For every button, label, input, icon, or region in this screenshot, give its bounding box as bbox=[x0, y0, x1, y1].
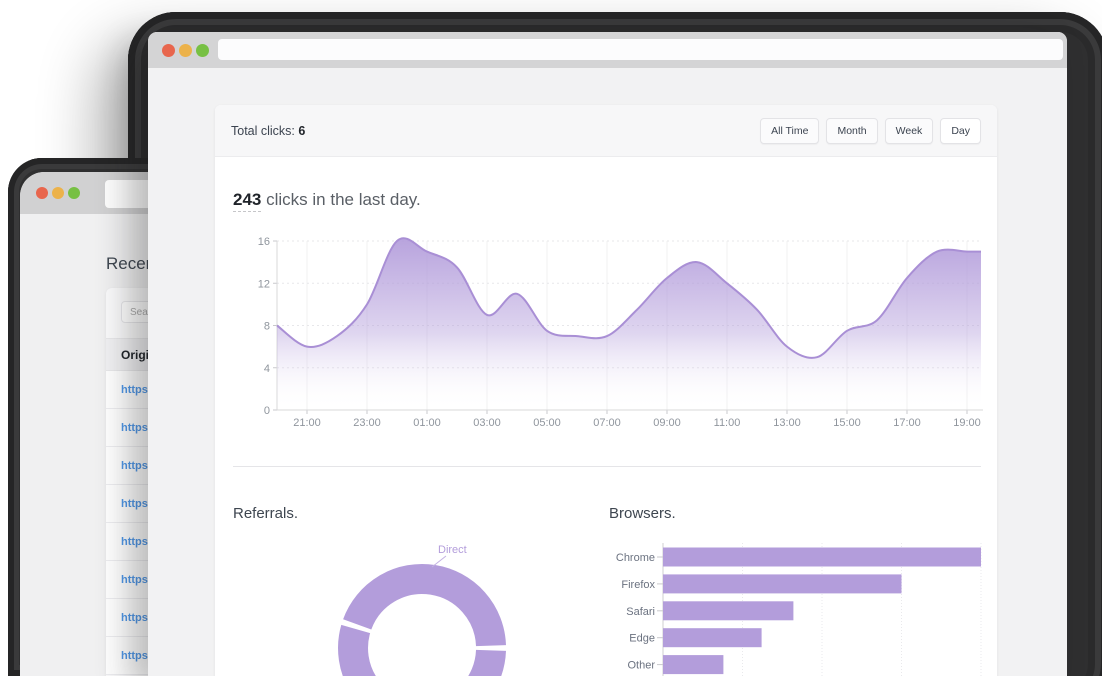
dashboard-page: Total clicks: 6 All Time Month WeekDay 243… bbox=[148, 68, 1067, 676]
svg-text:Edge: Edge bbox=[629, 633, 655, 645]
total-clicks-value: 6 bbox=[298, 124, 305, 138]
analytics-card-header: Total clicks: 6 All Time Month WeekDay bbox=[215, 105, 997, 157]
close-button-icon[interactable] bbox=[36, 187, 48, 199]
range-button-week[interactable]: Week bbox=[885, 118, 934, 144]
svg-text:Other: Other bbox=[627, 660, 655, 672]
time-range-button-group: All Time Month WeekDay bbox=[760, 118, 981, 144]
total-clicks-label: Total clicks: 6 bbox=[231, 124, 305, 138]
svg-text:17:00: 17:00 bbox=[893, 417, 921, 429]
svg-text:Safari: Safari bbox=[626, 606, 655, 618]
maximize-button-icon[interactable] bbox=[68, 187, 80, 199]
svg-text:8: 8 bbox=[264, 321, 270, 333]
clicks-count: 243 bbox=[233, 190, 261, 212]
svg-text:Direct: Direct bbox=[438, 544, 467, 556]
back-browser-frame: Recent Origin https://https://https://ht… bbox=[8, 158, 163, 676]
front-url-input[interactable] bbox=[218, 39, 1063, 60]
close-button-icon[interactable] bbox=[162, 44, 175, 57]
svg-text:16: 16 bbox=[258, 236, 270, 248]
range-button-all-time[interactable]: All Time bbox=[760, 118, 819, 144]
svg-text:23:00: 23:00 bbox=[353, 417, 381, 429]
svg-text:09:00: 09:00 bbox=[653, 417, 681, 429]
browsers-section-title: Browsers. bbox=[609, 505, 676, 522]
referrals-section-title: Referrals. bbox=[233, 505, 298, 522]
svg-text:05:00: 05:00 bbox=[533, 417, 561, 429]
svg-text:19:00: 19:00 bbox=[953, 417, 981, 429]
desktop-stage: Recent Origin https://https://https://ht… bbox=[0, 0, 1102, 676]
front-browser-content: Total clicks: 6 All Time Month WeekDay 243… bbox=[148, 32, 1067, 676]
minimize-button-icon[interactable] bbox=[179, 44, 192, 57]
svg-text:0: 0 bbox=[264, 405, 270, 417]
browsers-bar-chart: Chrome Firefox Safari Edge Other bbox=[607, 535, 997, 676]
svg-text:13:00: 13:00 bbox=[773, 417, 801, 429]
back-browser-content: Recent Origin https://https://https://ht… bbox=[20, 172, 163, 676]
back-browser-toolbar bbox=[20, 172, 163, 214]
svg-text:07:00: 07:00 bbox=[593, 417, 621, 429]
svg-text:Firefox: Firefox bbox=[621, 579, 655, 591]
referrals-donut-chart: Direct bbox=[325, 538, 535, 676]
svg-text:Chrome: Chrome bbox=[616, 552, 655, 564]
svg-text:15:00: 15:00 bbox=[833, 417, 861, 429]
minimize-button-icon[interactable] bbox=[52, 187, 64, 199]
clicks-area-chart: 21:00 23:00 01:00 03:00 05:00 07:00 09:00 11:00… bbox=[225, 230, 995, 435]
svg-text:12: 12 bbox=[258, 278, 270, 290]
svg-text:01:00: 01:00 bbox=[413, 417, 441, 429]
svg-text:4: 4 bbox=[264, 363, 270, 375]
maximize-button-icon[interactable] bbox=[196, 44, 209, 57]
svg-text:03:00: 03:00 bbox=[473, 417, 501, 429]
analytics-card: Total clicks: 6 All Time Month WeekDay 243… bbox=[215, 105, 997, 676]
svg-text:21:00: 21:00 bbox=[293, 417, 321, 429]
front-browser-toolbar bbox=[148, 32, 1067, 68]
clicks-headline-text: clicks in the last day. bbox=[266, 190, 421, 209]
range-button-month[interactable]: Month bbox=[826, 118, 877, 144]
section-divider bbox=[233, 466, 981, 467]
clicks-headline: 243 clicks in the last day. bbox=[233, 190, 421, 210]
svg-text:11:00: 11:00 bbox=[714, 417, 741, 429]
range-button-day[interactable]: Day bbox=[940, 118, 981, 144]
